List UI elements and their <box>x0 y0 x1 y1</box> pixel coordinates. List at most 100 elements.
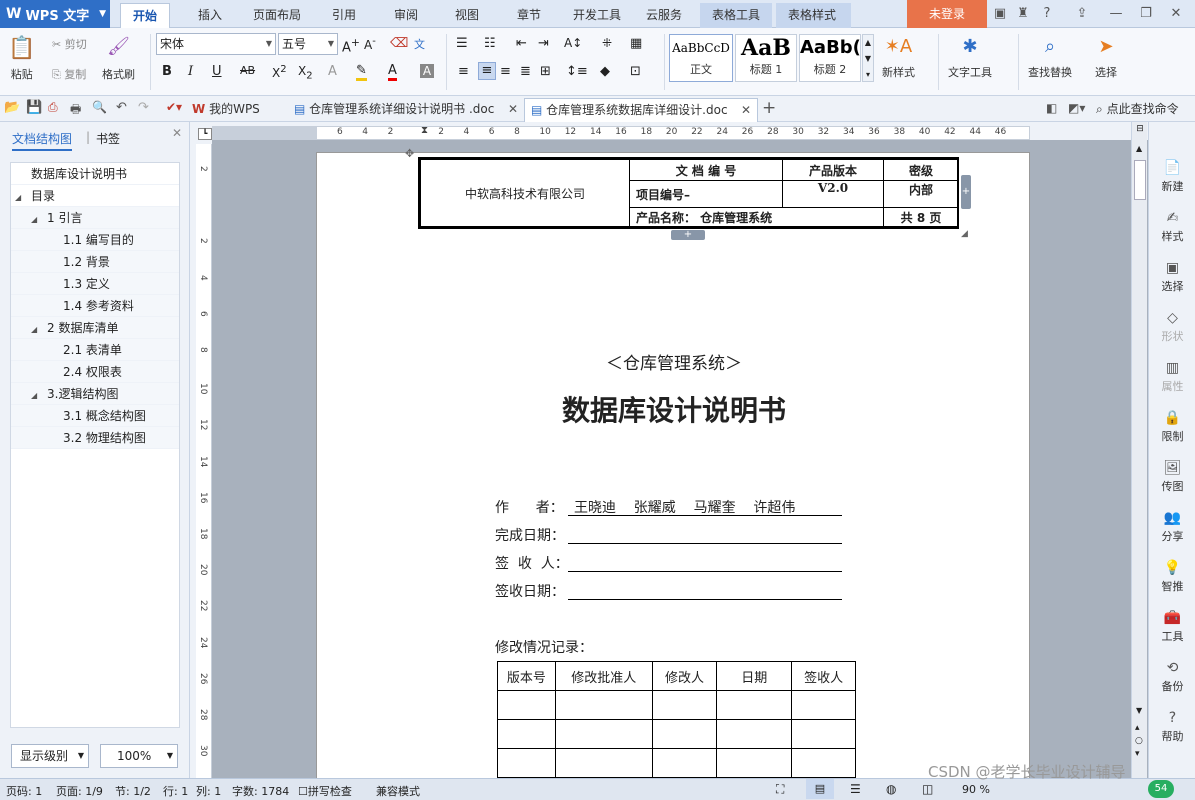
undo-icon[interactable]: ↶ <box>116 100 127 115</box>
align-center-icon[interactable]: ≡ <box>478 62 496 80</box>
outline-view-icon[interactable]: ☰ <box>850 782 861 796</box>
table-cell[interactable] <box>791 748 856 778</box>
table-border-icon[interactable]: ▦ <box>630 36 642 51</box>
paste-button[interactable]: 📋 粘贴 <box>8 36 35 82</box>
scroll-up-icon[interactable]: ▲ <box>1136 144 1142 153</box>
doc-tab-my-wps[interactable]: W 我的WPS <box>186 98 284 122</box>
task-pane-button[interactable]: ▣ 选择 <box>1149 260 1195 294</box>
close-icon[interactable]: ✕ <box>172 126 182 140</box>
task-pane-button[interactable]: 👥 分享 <box>1149 510 1195 544</box>
login-button[interactable]: 未登录 <box>907 0 987 28</box>
task-pane-button[interactable]: ▥ 属性 <box>1149 360 1195 394</box>
table-cell[interactable] <box>791 690 856 720</box>
task-pane-button[interactable]: ✍ 样式 <box>1149 210 1195 244</box>
revision-table[interactable]: 版本号 修改批准人 修改人 日期 签收人 <box>497 661 856 778</box>
print-icon[interactable]: 🖶 <box>70 100 81 121</box>
vertical-ruler[interactable]: 22468101214161820222426283032 <box>196 144 212 793</box>
format-painter-button[interactable]: 🖌 格式刷 <box>102 36 135 82</box>
align-right-icon[interactable]: ≡ <box>500 64 511 79</box>
resize-handle-icon[interactable]: ◢ <box>961 229 968 239</box>
export-pdf-icon[interactable]: ⎙ <box>48 100 58 115</box>
task-pane-button[interactable]: ◇ 形状 <box>1149 310 1195 344</box>
vertical-scrollbar[interactable]: ⊟ ▲ ▼ ▴ ○ ▾ <box>1131 122 1147 778</box>
nav-tree-item[interactable]: 1.2 背景 <box>11 251 179 273</box>
task-pane-button[interactable]: 🔒 限制 <box>1149 410 1195 444</box>
justify-icon[interactable]: ≣ <box>520 64 531 79</box>
style-normal[interactable]: AaBbCcD 正文 <box>669 34 733 82</box>
expand-toggle-icon[interactable]: ◢ <box>15 187 31 209</box>
subscript-icon[interactable]: X2 <box>298 64 313 81</box>
italic-icon[interactable]: I <box>188 64 193 79</box>
nav-tree-item[interactable]: 2.1 表清单 <box>11 339 179 361</box>
chinese-layout-icon[interactable]: ⁜ <box>602 36 612 50</box>
read-view-icon[interactable]: ◫ <box>922 782 933 796</box>
tab-developer[interactable]: 开发工具 <box>561 3 633 28</box>
style-heading-2[interactable]: AaBb( 标题 2 <box>799 34 861 82</box>
page-view-icon[interactable]: ▤ <box>806 779 834 799</box>
field-value[interactable] <box>568 581 842 600</box>
save-icon[interactable]: 💾 <box>26 100 42 115</box>
zoom-select[interactable]: 100% ▼ <box>100 744 178 768</box>
close-icon[interactable]: ✕ <box>1166 4 1186 24</box>
full-screen-icon[interactable]: ⛶ <box>776 782 784 797</box>
minimize-icon[interactable]: — <box>1106 4 1126 24</box>
nav-tree-item[interactable]: 3.2 物理结构图 <box>11 427 179 449</box>
document-page[interactable]: ✥ 中软高科技术有限公司 文 档 编 号 产品版本 密级 项目编号– V2.0 … <box>316 147 1030 782</box>
nav-tree-item[interactable]: 2.4 权限表 <box>11 361 179 383</box>
spell-check-button[interactable]: ☐拼写检查 <box>298 783 352 799</box>
split-icon[interactable]: ⊟ <box>1134 124 1146 134</box>
publish-icon[interactable]: ◧ <box>1046 101 1057 115</box>
skin-icon[interactable]: ▣ <box>990 4 1010 24</box>
zoom-badge-icon[interactable]: 54 <box>1148 780 1174 798</box>
grow-font-icon[interactable]: A+ <box>342 36 360 55</box>
copy-button[interactable]: ⎘ 复制 <box>52 66 86 82</box>
table-move-handle-icon[interactable]: ✥ <box>405 147 414 160</box>
tab-references[interactable]: 引用 <box>320 3 368 28</box>
tab-bookmarks[interactable]: 书签 <box>96 130 120 147</box>
find-replace-button[interactable]: ⌕ 查找替换 <box>1028 36 1072 80</box>
tab-stop-icon[interactable]: ┗ <box>198 128 212 140</box>
numbered-list-icon[interactable]: ☷ <box>484 36 496 51</box>
shading-icon[interactable]: ◆ <box>600 64 610 79</box>
table-cell[interactable] <box>497 748 556 778</box>
shirt-icon[interactable]: ♜ <box>1013 4 1033 24</box>
field-value[interactable] <box>568 553 842 572</box>
add-row-icon[interactable]: + <box>671 230 705 240</box>
table-cell[interactable] <box>554 719 653 749</box>
shrink-font-icon[interactable]: A- <box>364 36 376 52</box>
tab-insert[interactable]: 插入 <box>186 3 234 28</box>
tab-page-layout[interactable]: 页面布局 <box>241 3 313 28</box>
clear-format-icon[interactable]: ⌫ <box>390 36 408 51</box>
strikethrough-icon[interactable]: AB <box>240 64 255 77</box>
quick-access-icon[interactable]: ✔▾ <box>166 100 182 114</box>
table-cell[interactable] <box>497 719 556 749</box>
nav-tree-item[interactable]: ◢ 3.逻辑结构图 <box>11 383 179 405</box>
tab-table-tools[interactable]: 表格工具 <box>700 3 773 28</box>
new-style-button[interactable]: ✶A 新样式 <box>882 36 915 80</box>
tab-review[interactable]: 审阅 <box>382 3 430 28</box>
web-view-icon[interactable]: ◍ <box>886 782 896 796</box>
nav-tree-item[interactable]: 1.1 编写目的 <box>11 229 179 251</box>
distributed-icon[interactable]: ⊞ <box>540 64 551 79</box>
font-color-icon[interactable]: A <box>388 64 397 81</box>
text-tools-button[interactable]: ✱ 文字工具 <box>948 36 992 80</box>
field-value[interactable] <box>568 525 842 544</box>
table-cell[interactable] <box>554 748 653 778</box>
close-icon[interactable]: ✕ <box>508 98 518 120</box>
nav-tree-item[interactable]: ◢ 1 引言 <box>11 207 179 229</box>
tab-start[interactable]: 开始 <box>120 3 171 28</box>
tab-chapter[interactable]: 章节 <box>505 3 553 28</box>
help-icon[interactable]: ? <box>1037 4 1057 24</box>
table-cell[interactable] <box>497 690 556 720</box>
text-direction-icon[interactable]: A↕ <box>564 36 582 50</box>
task-pane-button[interactable]: ⟲ 备份 <box>1149 660 1195 694</box>
cut-button[interactable]: ✂ 剪切 <box>52 36 87 52</box>
task-pane-button[interactable]: ? 帮助 <box>1149 710 1195 744</box>
doc-tab-database-design[interactable]: ▤ 仓库管理系统数据库详细设计.doc ✕ <box>524 98 758 122</box>
scroll-down-icon[interactable]: ▼ <box>1136 706 1142 715</box>
field-value[interactable]: 王晓迪 张耀威 马耀奎 许超伟 <box>568 497 842 516</box>
table-cell[interactable] <box>716 748 793 778</box>
table-cell[interactable] <box>651 748 718 778</box>
pinyin-icon[interactable]: 文 <box>414 36 425 52</box>
display-level-select[interactable]: 显示级别 ▼ <box>11 744 89 768</box>
